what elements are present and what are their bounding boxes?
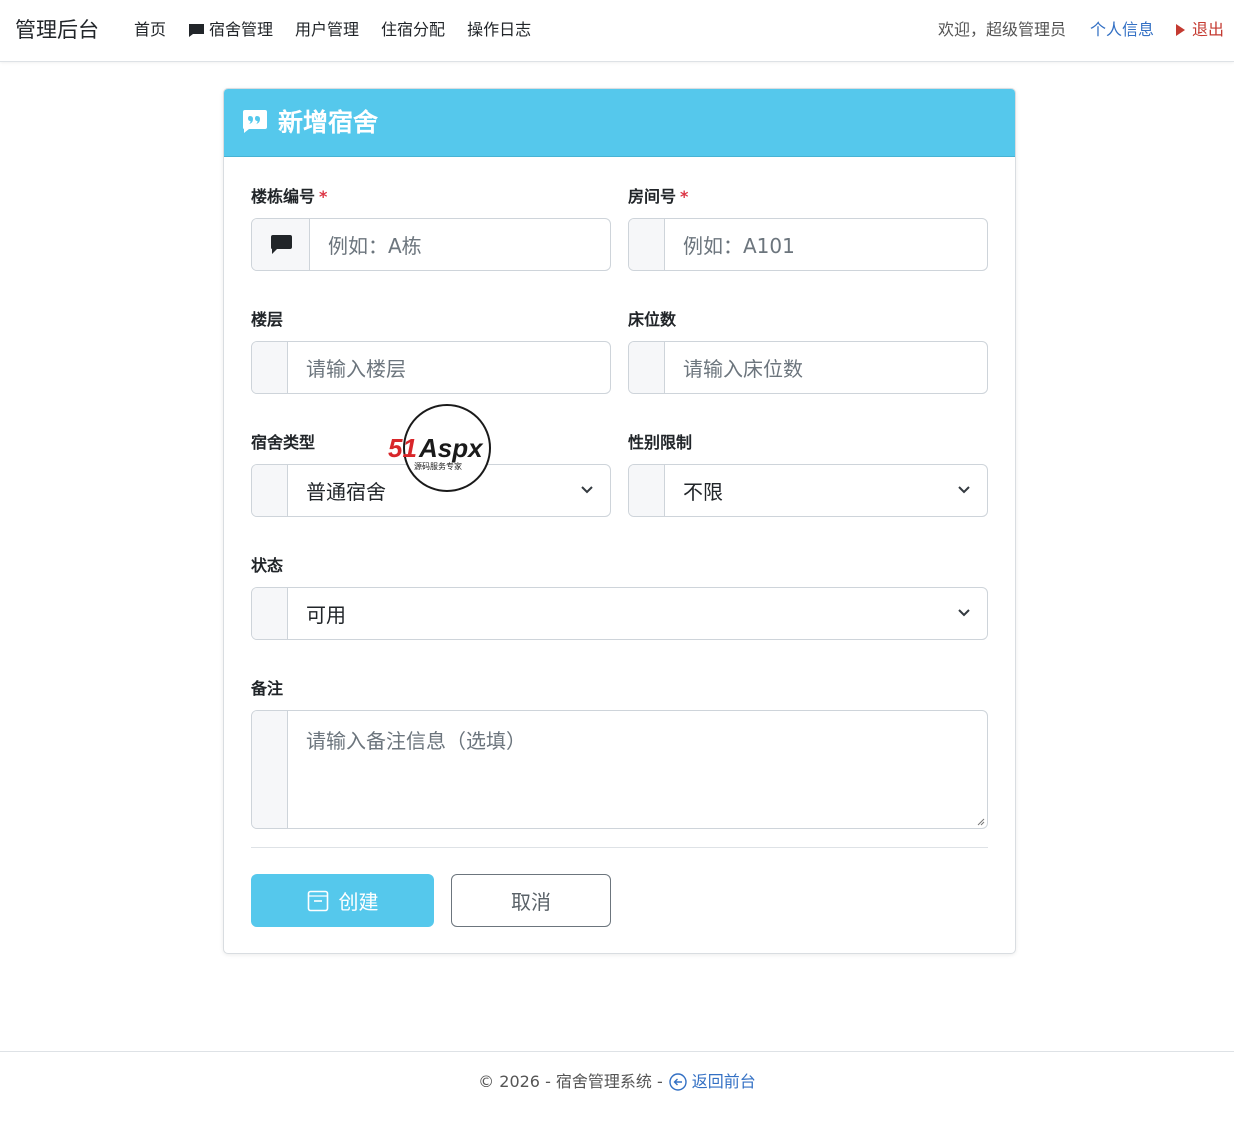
status-label: 状态 [251, 556, 284, 575]
logout-label: 退出 [1191, 20, 1224, 39]
floor-prefix [252, 342, 288, 393]
nav-item-user-management[interactable]: 用户管理 [295, 18, 359, 42]
back-to-front-link[interactable]: 返回前台 [669, 1070, 756, 1094]
card-title: 新增宿舍 [278, 108, 379, 137]
nav-item-dorm-management[interactable]: 宿舍管理 [188, 18, 273, 42]
building-label-text: 楼栋编号 [251, 187, 316, 206]
floor-input[interactable]: 请输入楼层 [288, 342, 610, 393]
card-header: 新增宿舍 [224, 89, 1015, 157]
gender-label: 性别限制 [628, 433, 693, 452]
building-prefix [252, 219, 310, 270]
footer-divider [0, 1051, 1234, 1052]
room-input-group: 例如：A101 [628, 218, 988, 271]
footer: © 2026 - 宿舍管理系统 - 返回前台 [0, 1070, 1234, 1094]
nav-item-accommodation[interactable]: 住宿分配 [381, 18, 445, 42]
gender-prefix [629, 465, 665, 516]
nav-item-label: 宿舍管理 [209, 20, 274, 39]
new-dorm-card: 新增宿舍 楼栋编号 * 例如：A栋 房间号 * 例如：A101 楼层 请输入楼层 床… [223, 88, 1016, 954]
remark-textarea-group: 请输入备注信息（选填） [251, 710, 988, 829]
status-select[interactable]: 可用 [251, 587, 988, 640]
form-divider [251, 847, 988, 848]
remark-textarea[interactable]: 请输入备注信息（选填） [288, 711, 987, 828]
watermark-brand-part: 51 [388, 433, 417, 463]
room-label-text: 房间号 [628, 187, 677, 206]
beds-label: 床位数 [628, 310, 677, 329]
watermark-brand-part: Aspx [418, 433, 484, 463]
required-mark: * [680, 187, 689, 206]
nav-item-label: 住宿分配 [381, 20, 446, 39]
resize-handle-icon[interactable] [977, 818, 985, 826]
watermark-logo: 51 Aspx 源码服务专家 [388, 404, 491, 492]
cancel-button[interactable]: 取消 [451, 874, 611, 927]
brand-title[interactable]: 管理后台 [15, 15, 99, 45]
nav-item-label: 操作日志 [467, 20, 532, 39]
room-label: 房间号 * [628, 187, 688, 207]
beds-input-group: 请输入床位数 [628, 341, 988, 394]
chevron-down-icon [958, 486, 970, 494]
quote-icon [243, 110, 267, 133]
nav-links: 首页 宿舍管理 用户管理 住宿分配 操作日志 [134, 18, 553, 42]
floor-label: 楼层 [251, 310, 284, 329]
floor-input-group: 请输入楼层 [251, 341, 611, 394]
watermark-tagline: 源码服务专家 [414, 461, 462, 471]
create-button-label: 创建 [338, 890, 379, 914]
building-label: 楼栋编号 * [251, 187, 327, 207]
remark-prefix [252, 711, 288, 828]
status-prefix [252, 588, 288, 639]
type-label: 宿舍类型 [251, 433, 316, 452]
nav-user-area: 欢迎，超级管理员 个人信息 退出 [938, 18, 1224, 42]
type-prefix [252, 465, 288, 516]
profile-link[interactable]: 个人信息 [1090, 18, 1154, 42]
building-input-group: 例如：A栋 [251, 218, 611, 271]
save-icon [307, 890, 328, 911]
gender-select[interactable]: 不限 [628, 464, 988, 517]
caret-right-icon [1175, 24, 1185, 36]
create-button[interactable]: 创建 [251, 874, 434, 927]
back-arrow-icon [669, 1073, 687, 1091]
beds-input[interactable]: 请输入床位数 [665, 342, 987, 393]
chevron-down-icon [958, 609, 970, 617]
nav-item-label: 用户管理 [295, 20, 360, 39]
copyright-text: © 2026 - 宿舍管理系统 - [478, 1072, 663, 1091]
required-mark: * [319, 187, 328, 206]
building-input[interactable]: 例如：A栋 [310, 219, 610, 270]
nav-item-label: 首页 [134, 20, 167, 39]
welcome-text: 欢迎，超级管理员 [937, 20, 1066, 39]
nav-item-operation-log[interactable]: 操作日志 [467, 18, 531, 42]
beds-prefix [629, 342, 665, 393]
room-input[interactable]: 例如：A101 [665, 219, 987, 270]
chat-icon [270, 235, 292, 254]
back-link-label: 返回前台 [691, 1072, 756, 1091]
chat-icon [189, 23, 205, 37]
top-navbar: 管理后台 首页 宿舍管理 用户管理 住宿分配 操作日志 欢迎，超级管理员 个人信… [0, 0, 1234, 62]
nav-item-home[interactable]: 首页 [134, 18, 166, 42]
chevron-down-icon [581, 486, 593, 494]
gender-select-value: 不限 [683, 480, 723, 504]
remark-label: 备注 [251, 679, 284, 698]
status-select-value: 可用 [306, 603, 346, 627]
room-prefix [629, 219, 665, 270]
logout-link[interactable]: 退出 [1175, 18, 1224, 42]
